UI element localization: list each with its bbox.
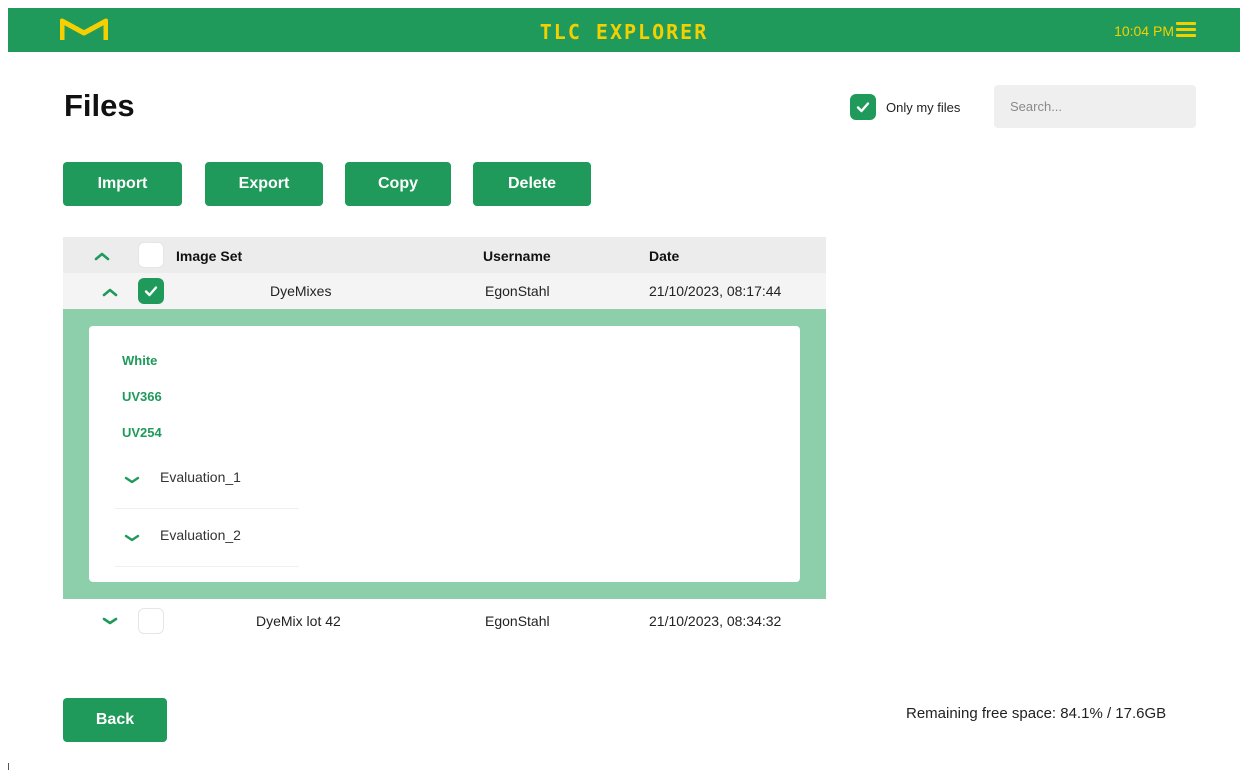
- top-bar: TLC EXPLORER 10:04 PM: [8, 8, 1240, 52]
- row-checkbox[interactable]: [138, 278, 164, 304]
- row-image-set: DyeMixes: [270, 283, 332, 299]
- row-date: 21/10/2023, 08:17:44: [649, 283, 782, 299]
- evaluation-label: Evaluation_2: [160, 527, 241, 543]
- evaluation-item[interactable]: Evaluation_1: [115, 459, 299, 509]
- row-date: 21/10/2023, 08:34:32: [649, 613, 782, 629]
- free-space-status: Remaining free space: 84.1% / 17.6GB: [906, 705, 1167, 722]
- channel-link-uv254[interactable]: UV254: [122, 425, 162, 440]
- page-title: Files: [64, 88, 135, 123]
- text-cursor: [8, 763, 9, 770]
- search-input[interactable]: [994, 85, 1196, 128]
- clock: 10:04 PM: [1114, 23, 1174, 39]
- evaluation-label: Evaluation_1: [160, 469, 241, 485]
- row-username: EgonStahl: [485, 613, 550, 629]
- channel-link-uv366[interactable]: UV366: [122, 389, 162, 404]
- chevron-down-icon[interactable]: [123, 473, 141, 485]
- files-table: Image Set Username Date DyeMixes EgonSta…: [63, 237, 826, 643]
- chevron-up-icon[interactable]: [93, 249, 111, 261]
- app-title: TLC EXPLORER: [539, 20, 709, 44]
- column-header-image-set[interactable]: Image Set: [176, 248, 242, 264]
- only-my-files-checkbox[interactable]: [850, 94, 876, 120]
- checkmark-icon: [144, 286, 158, 297]
- chevron-down-icon[interactable]: [101, 614, 119, 626]
- copy-button[interactable]: Copy: [345, 162, 451, 206]
- image-set-detail-card: White UV366 UV254 Evaluation_1 Evaluatio…: [89, 326, 800, 582]
- select-all-checkbox[interactable]: [138, 242, 164, 268]
- table-row[interactable]: DyeMix lot 42 EgonStahl 21/10/2023, 08:3…: [63, 599, 826, 643]
- evaluation-item[interactable]: Evaluation_2: [115, 517, 299, 567]
- row-image-set: DyeMix lot 42: [256, 613, 341, 629]
- expanded-row-details: White UV366 UV254 Evaluation_1 Evaluatio…: [63, 309, 826, 599]
- hamburger-menu-icon[interactable]: [1176, 22, 1196, 38]
- delete-button[interactable]: Delete: [473, 162, 591, 206]
- row-checkbox[interactable]: [138, 608, 164, 634]
- chevron-up-icon[interactable]: [101, 285, 119, 297]
- column-header-username[interactable]: Username: [483, 248, 551, 264]
- column-header-date[interactable]: Date: [649, 248, 679, 264]
- checkmark-icon: [856, 102, 870, 113]
- table-row[interactable]: DyeMixes EgonStahl 21/10/2023, 08:17:44: [63, 273, 826, 309]
- row-username: EgonStahl: [485, 283, 550, 299]
- back-button[interactable]: Back: [63, 698, 167, 742]
- chevron-down-icon[interactable]: [123, 531, 141, 543]
- export-button[interactable]: Export: [205, 162, 323, 206]
- channel-link-white[interactable]: White: [122, 353, 157, 368]
- only-my-files-toggle[interactable]: Only my files: [850, 94, 960, 120]
- only-my-files-label: Only my files: [886, 99, 961, 115]
- import-button[interactable]: Import: [63, 162, 182, 206]
- table-header: Image Set Username Date: [63, 237, 826, 273]
